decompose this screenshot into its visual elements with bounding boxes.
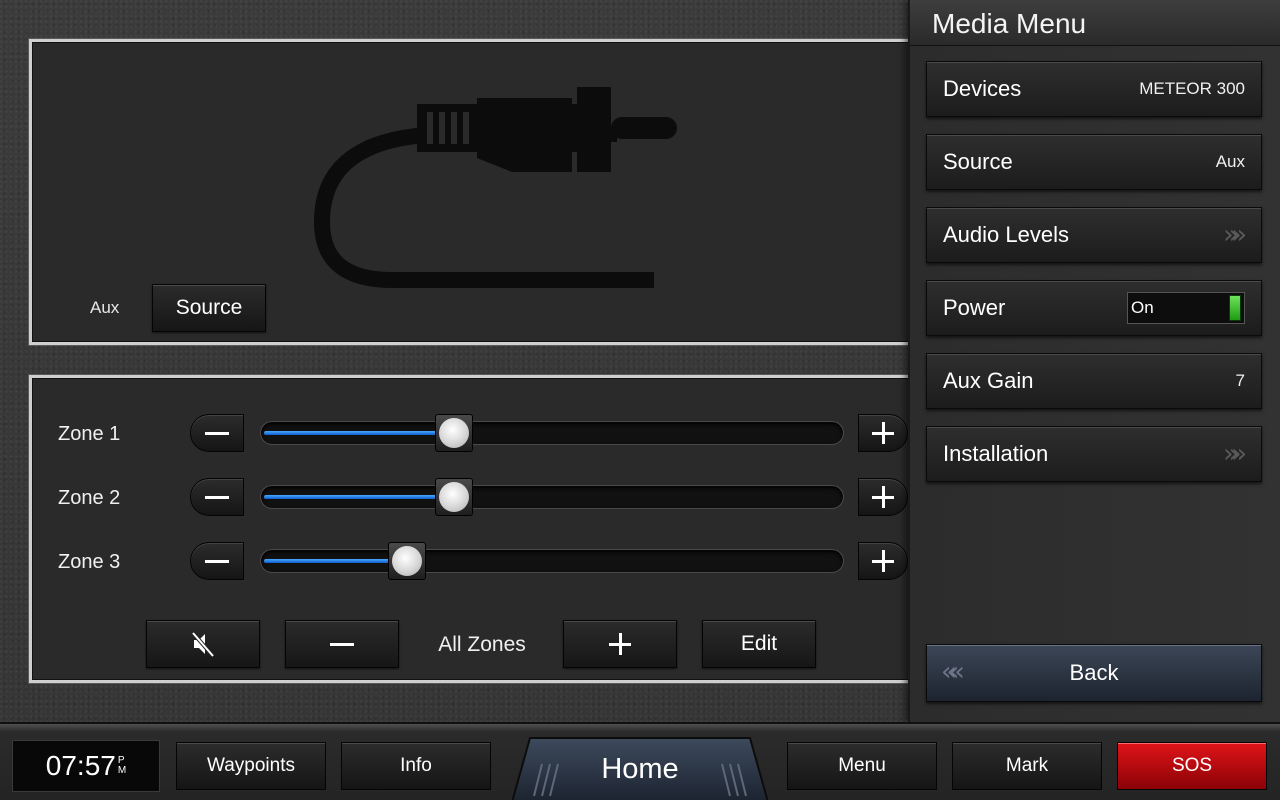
double-chevron-left-icon: «« bbox=[941, 657, 965, 687]
menu-item-devices[interactable]: Devices METEOR 300 bbox=[926, 61, 1262, 117]
waypoints-button[interactable]: Waypoints bbox=[176, 742, 326, 790]
all-zones-volume-down-button[interactable] bbox=[285, 620, 399, 668]
minus-icon bbox=[205, 559, 229, 563]
current-source-label: Aux bbox=[90, 298, 120, 317]
mute-speaker-icon bbox=[191, 631, 215, 658]
minus-icon bbox=[330, 642, 354, 646]
menu-button[interactable]: Menu bbox=[787, 742, 937, 790]
zone-2-volume-handle[interactable] bbox=[435, 478, 473, 516]
menu-item-label: Installation bbox=[943, 441, 1049, 466]
zone-1-volume-slider[interactable] bbox=[260, 414, 844, 452]
zone-2-label: Zone 2 bbox=[58, 487, 121, 509]
zone-1-volume-down-button[interactable] bbox=[190, 414, 244, 452]
clock-display: 07:57 P M bbox=[12, 740, 160, 792]
zones-panel: Zone 1 Zone 2 Zone 3 All Zones Edit bbox=[29, 375, 929, 683]
menu-item-audio-levels[interactable]: Audio Levels »» bbox=[926, 207, 1262, 263]
power-toggle[interactable]: On bbox=[1127, 292, 1245, 324]
aux-plug-icon bbox=[313, 87, 677, 288]
bottom-bar: 07:57 P M Waypoints Info Home Menu Mark … bbox=[0, 722, 1280, 800]
minus-icon bbox=[205, 495, 229, 499]
mark-button[interactable]: Mark bbox=[952, 742, 1102, 790]
all-zones-volume-up-button[interactable] bbox=[563, 620, 677, 668]
media-menu-title: Media Menu bbox=[910, 0, 1280, 46]
back-button[interactable]: «« Back bbox=[926, 644, 1262, 702]
menu-item-installation[interactable]: Installation »» bbox=[926, 426, 1262, 482]
zone-1-volume-fill bbox=[264, 431, 454, 435]
zone-3-volume-handle[interactable] bbox=[388, 542, 426, 580]
zone-1-label: Zone 1 bbox=[58, 423, 121, 445]
menu-item-aux-gain[interactable]: Aux Gain 7 bbox=[926, 353, 1262, 409]
home-button-label: Home bbox=[601, 752, 679, 785]
plus-icon bbox=[872, 550, 894, 572]
power-led-indicator bbox=[1229, 295, 1241, 321]
menu-item-value: Aux bbox=[1215, 152, 1245, 171]
zone-2-volume-down-button[interactable] bbox=[190, 478, 244, 516]
media-menu: Media Menu Devices METEOR 300 Source Aux… bbox=[908, 0, 1280, 722]
menu-item-label: Aux Gain bbox=[943, 368, 1034, 393]
zone-3-volume-slider[interactable] bbox=[260, 542, 844, 580]
clock-ampm: P M bbox=[118, 756, 126, 776]
double-chevron-right-icon: »» bbox=[1223, 439, 1247, 469]
plus-icon bbox=[872, 486, 894, 508]
menu-item-label: Power bbox=[943, 295, 1006, 320]
zone-1-volume-up-button[interactable] bbox=[858, 414, 908, 452]
zone-1-volume-handle[interactable] bbox=[435, 414, 473, 452]
zone-3-label: Zone 3 bbox=[58, 551, 121, 573]
zone-2-volume-up-button[interactable] bbox=[858, 478, 908, 516]
source-button[interactable]: Source bbox=[152, 284, 266, 332]
plus-icon bbox=[872, 422, 894, 444]
menu-item-label: Source bbox=[943, 149, 1013, 174]
power-toggle-value: On bbox=[1131, 298, 1154, 317]
zone-3-volume-up-button[interactable] bbox=[858, 542, 908, 580]
double-chevron-right-icon: »» bbox=[1223, 220, 1247, 250]
menu-item-label: Devices bbox=[943, 76, 1022, 101]
menu-item-source[interactable]: Source Aux bbox=[926, 134, 1262, 190]
menu-item-value: METEOR 300 bbox=[1139, 79, 1245, 98]
all-zones-label: All Zones bbox=[438, 633, 526, 656]
source-panel: Aux Source bbox=[29, 39, 929, 345]
mute-all-button[interactable] bbox=[146, 620, 260, 668]
back-button-label: Back bbox=[1069, 660, 1119, 685]
zone-2-volume-fill bbox=[264, 495, 454, 499]
sos-button[interactable]: SOS bbox=[1117, 742, 1267, 790]
clock-time: 07:57 bbox=[45, 750, 116, 781]
zone-2-volume-slider[interactable] bbox=[260, 478, 844, 516]
minus-icon bbox=[205, 431, 229, 435]
zone-3-volume-down-button[interactable] bbox=[190, 542, 244, 580]
edit-zones-button[interactable]: Edit bbox=[702, 620, 816, 668]
zone-3-volume-fill bbox=[264, 559, 407, 563]
menu-item-value: 7 bbox=[1235, 371, 1245, 390]
menu-item-label: Audio Levels bbox=[943, 222, 1069, 247]
home-button[interactable]: Home bbox=[512, 736, 768, 800]
info-button[interactable]: Info bbox=[341, 742, 491, 790]
plus-icon bbox=[609, 633, 631, 655]
clock-ampm-bottom: M bbox=[117, 765, 127, 776]
menu-item-power[interactable]: Power On bbox=[926, 280, 1262, 336]
